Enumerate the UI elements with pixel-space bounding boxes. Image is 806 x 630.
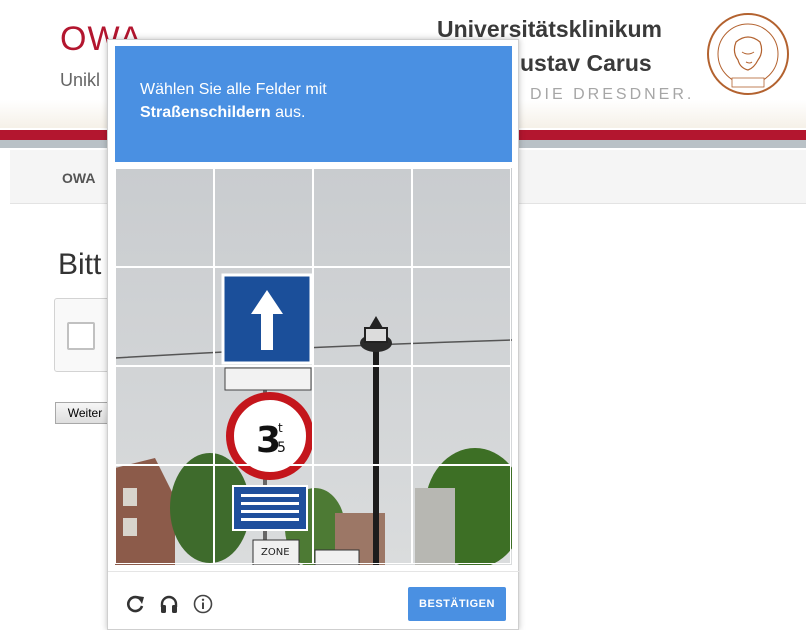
grid-tile[interactable] (313, 366, 412, 465)
reload-icon[interactable] (124, 593, 146, 615)
grid-tile[interactable] (313, 465, 412, 564)
instruction-keyword-line: Straßenschildern aus. (140, 104, 305, 122)
grid-tile[interactable] (412, 267, 511, 366)
instruction-text: Wählen Sie alle Felder mit (140, 81, 327, 98)
page-heading: Bitt (58, 248, 102, 281)
grid-tile[interactable] (214, 465, 313, 564)
grid-tile[interactable] (412, 366, 511, 465)
image-grid: 3 t 5 ZONE (115, 168, 512, 565)
recaptcha-card (54, 298, 114, 372)
university-tagline: DIE DRESDNER. (530, 86, 695, 103)
grid-tile[interactable] (313, 168, 412, 267)
grid-tile[interactable] (115, 168, 214, 267)
grid-tile[interactable] (313, 267, 412, 366)
challenge-instructions: Wählen Sie alle Felder mit Straßenschild… (115, 46, 512, 162)
captcha-challenge-popup: Wählen Sie alle Felder mit Straßenschild… (107, 39, 520, 630)
brand-subtitle: Unikl (60, 70, 101, 90)
university-name-line2: ustav Carus (520, 50, 652, 76)
nav-item-owa[interactable]: OWA (62, 170, 95, 186)
confirm-button[interactable]: BESTÄTIGEN (408, 587, 506, 621)
info-icon[interactable] (192, 593, 214, 615)
recaptcha-checkbox[interactable] (67, 322, 95, 350)
grid-tile[interactable] (115, 366, 214, 465)
grid-tile[interactable] (115, 267, 214, 366)
headphones-icon[interactable] (158, 593, 180, 615)
grid-tile[interactable] (214, 366, 313, 465)
instruction-suffix: aus. (270, 104, 306, 121)
grid-tile[interactable] (115, 465, 214, 564)
seal-logo (707, 13, 789, 95)
challenge-footer: BESTÄTIGEN (108, 571, 520, 630)
grid-tile[interactable] (412, 168, 511, 267)
grid-tile[interactable] (412, 465, 511, 564)
instruction-keyword: Straßenschildern (140, 104, 271, 121)
continue-button[interactable]: Weiter (55, 402, 115, 424)
grid-tile[interactable] (214, 267, 313, 366)
grid-tile[interactable] (214, 168, 313, 267)
